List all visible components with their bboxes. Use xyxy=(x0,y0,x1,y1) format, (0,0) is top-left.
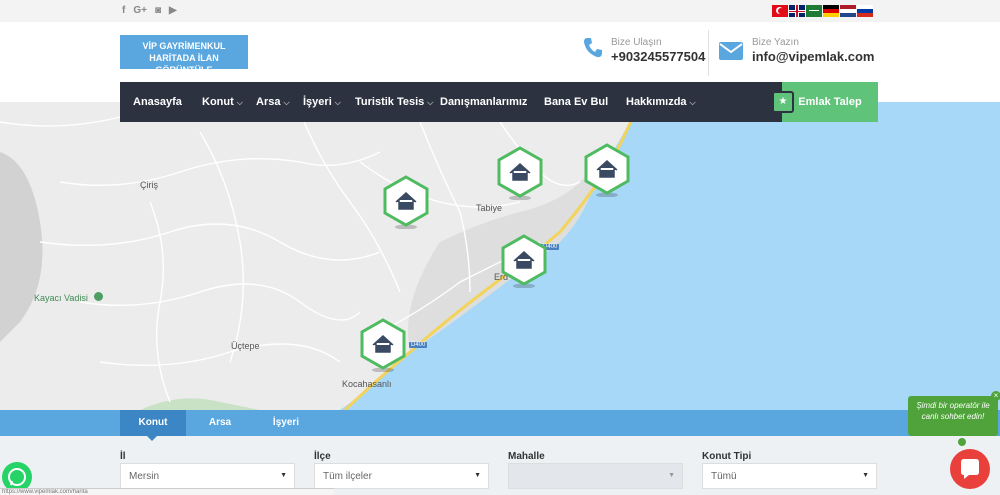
email-contact[interactable]: Bize Yazın info@vipemlak.com xyxy=(718,37,874,64)
nav-label: Turistik Tesis xyxy=(355,96,425,108)
email-address[interactable]: info@vipemlak.com xyxy=(752,49,874,64)
social-links: f G+ ◙ ▶ xyxy=(122,5,177,17)
place-label: Çiriş xyxy=(140,180,158,190)
nav-item-konut[interactable]: Konut ⌵ xyxy=(202,96,243,108)
nav-item-hakkimizda[interactable]: Hakkımızda ⌵ xyxy=(626,96,696,108)
park-pin-icon xyxy=(94,292,103,301)
il-label: İl xyxy=(120,451,126,462)
search-tabs: Konut Arsa İşyeri xyxy=(0,410,1000,436)
status-url: https://www.vipemlak.com/harita xyxy=(0,488,334,495)
nav-label: Hakkımızda xyxy=(626,96,687,108)
nav-label: Konut xyxy=(202,96,234,108)
il-value: Mersin xyxy=(129,471,160,482)
place-label: Kocahasanlı xyxy=(342,379,392,389)
chat-button[interactable] xyxy=(950,449,990,489)
google-plus-icon[interactable]: G+ xyxy=(133,5,147,17)
mahalle-label: Mahalle xyxy=(508,451,545,462)
chat-icon xyxy=(961,459,979,479)
caret-down-icon: ▼ xyxy=(280,472,287,479)
caret-down-icon: ▼ xyxy=(668,472,675,479)
property-marker[interactable] xyxy=(496,146,544,200)
ilce-label: İlçe xyxy=(314,451,331,462)
russian-flag-icon[interactable] xyxy=(857,5,873,17)
property-marker[interactable] xyxy=(583,143,631,197)
saudi-flag-icon[interactable] xyxy=(806,5,822,17)
place-label: Üçtepe xyxy=(231,341,260,351)
chevron-down-icon: ⌵ xyxy=(689,98,696,107)
german-flag-icon[interactable] xyxy=(823,5,839,17)
konut-tipi-label: Konut Tipi xyxy=(702,451,752,462)
tab-isyeri[interactable]: İşyeri xyxy=(262,410,310,436)
facebook-icon[interactable]: f xyxy=(122,5,125,17)
nav-item-isyeri[interactable]: İşyeri ⌵ xyxy=(303,96,341,108)
house-marker-icon xyxy=(584,143,630,197)
tab-arsa[interactable]: Arsa xyxy=(196,410,244,436)
phone-contact[interactable]: Bize Ulaşın +903245577504 xyxy=(583,37,705,64)
property-marker[interactable] xyxy=(359,318,407,372)
logo-line-1: VİP GAYRİMENKUL xyxy=(142,41,226,51)
phone-number[interactable]: +903245577504 xyxy=(611,49,705,64)
caret-down-icon: ▼ xyxy=(862,472,869,479)
house-marker-icon xyxy=(383,175,429,229)
youtube-icon[interactable]: ▶ xyxy=(169,5,177,17)
nav-item-bana-ev-bul[interactable]: Bana Ev Bul xyxy=(544,96,608,108)
house-marker-icon xyxy=(501,234,547,288)
house-marker-icon xyxy=(360,318,406,372)
dutch-flag-icon[interactable] xyxy=(840,5,856,17)
chevron-down-icon: ⌵ xyxy=(283,98,290,107)
nav-label: Anasayfa xyxy=(133,96,182,108)
ilce-select[interactable]: Tüm ilçeler ▼ xyxy=(314,463,489,489)
email-label: Bize Yazın xyxy=(752,37,799,48)
active-tab-pointer xyxy=(147,436,157,441)
star-icon[interactable]: ★ xyxy=(772,91,794,113)
phone-icon xyxy=(584,38,602,58)
close-icon[interactable]: × xyxy=(991,391,1000,401)
instagram-icon[interactable]: ◙ xyxy=(155,5,161,17)
nav-label: Bana Ev Bul xyxy=(544,96,609,108)
nav-item-anasayfa[interactable]: Anasayfa xyxy=(133,96,182,108)
place-label: Kayacı Vadisi xyxy=(34,293,88,303)
il-select[interactable]: Mersin ▼ xyxy=(120,463,295,489)
live-chat-bubble[interactable]: Şimdi bir operatör ile canlı sohbet edin… xyxy=(908,396,998,436)
dark-land xyxy=(0,152,43,342)
caret-down-icon: ▼ xyxy=(474,472,481,479)
uk-flag-icon[interactable] xyxy=(789,5,805,17)
chevron-down-icon: ⌵ xyxy=(427,98,434,107)
main-nav: Anasayfa Konut ⌵ Arsa ⌵ İşyeri ⌵ Turistik T… xyxy=(120,82,782,122)
place-label: Tabiye xyxy=(476,203,503,213)
nav-item-danismanlarimiz[interactable]: Danışmanlarımız xyxy=(440,96,527,108)
tab-konut[interactable]: Konut xyxy=(120,410,186,436)
ilce-value: Tüm ilçeler xyxy=(323,471,372,482)
chat-bubble-tail xyxy=(958,438,966,446)
nav-label: Arsa xyxy=(256,96,281,108)
top-bar: f G+ ◙ ▶ xyxy=(0,0,1000,22)
emlak-talep-button[interactable]: Emlak Talep xyxy=(782,82,878,122)
green-land xyxy=(140,398,260,410)
chevron-down-icon: ⌵ xyxy=(334,98,341,107)
logo-line-2: HARİTADA İLAN GÖRÜNTÜLE xyxy=(149,53,219,75)
property-marker[interactable] xyxy=(500,234,548,288)
nav-label: İşyeri xyxy=(303,96,332,108)
turkish-flag-icon[interactable] xyxy=(772,5,788,17)
property-map[interactable]: Çiriş Tabiye Erd Kayacı Vadisi Üçtepe Ko… xyxy=(0,102,1000,410)
nav-item-arsa[interactable]: Arsa ⌵ xyxy=(256,96,290,108)
map-listing-button[interactable]: VİP GAYRİMENKUL HARİTADA İLAN GÖRÜNTÜLE xyxy=(120,35,248,75)
property-marker[interactable] xyxy=(382,175,430,229)
house-marker-icon xyxy=(497,146,543,200)
phone-label: Bize Ulaşın xyxy=(611,37,662,48)
konut-tipi-value: Tümü xyxy=(711,471,737,482)
envelope-icon xyxy=(719,42,743,60)
header-divider xyxy=(708,30,709,76)
nav-label: Danışmanlarımız xyxy=(440,96,528,108)
nav-item-turistik-tesis[interactable]: Turistik Tesis ⌵ xyxy=(355,96,433,108)
language-flags xyxy=(772,5,873,17)
chevron-down-icon: ⌵ xyxy=(236,98,243,107)
mahalle-select[interactable]: ▼ xyxy=(508,463,683,489)
konut-tipi-select[interactable]: Tümü ▼ xyxy=(702,463,877,489)
road-badge: D400 xyxy=(409,342,428,348)
